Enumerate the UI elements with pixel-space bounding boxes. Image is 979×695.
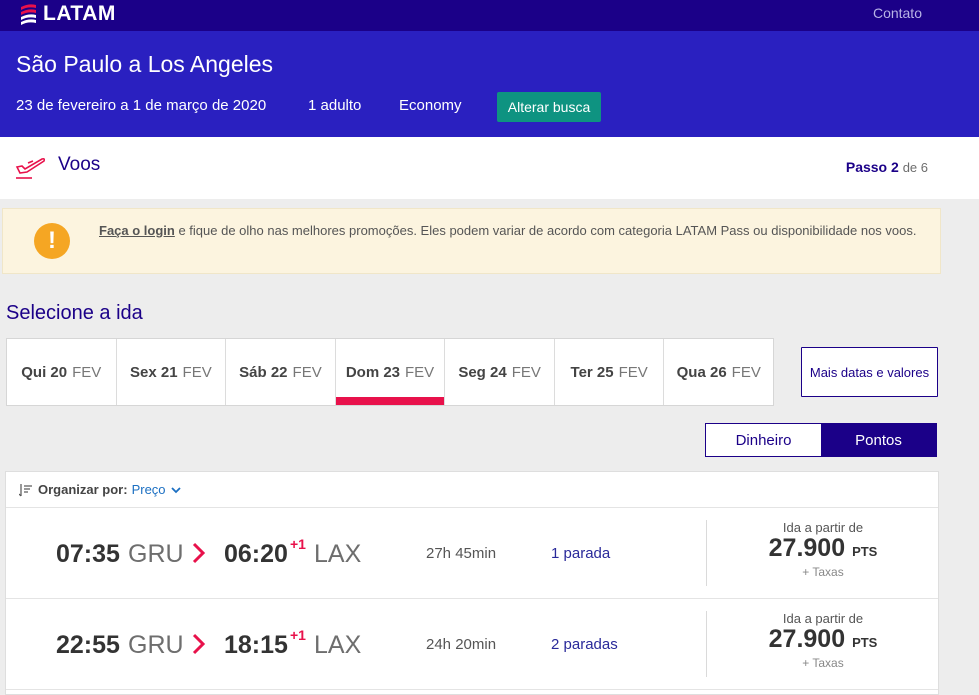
cabin-class: Economy (399, 97, 462, 114)
departure-airport: GRU (128, 540, 184, 568)
date-month: FEV (405, 363, 435, 381)
price-caption: Ida a partir de (782, 611, 864, 626)
step-indicator: Passo 2 de 6 (846, 159, 928, 175)
date-month: FEV (72, 363, 102, 381)
step-current: 2 (891, 159, 899, 175)
search-summary: São Paulo a Los Angeles 23 de fevereiro … (0, 31, 979, 137)
select-outbound-title: Selecione a ida (6, 302, 143, 324)
price-caption: Ida a partir de (782, 520, 864, 535)
travel-dates: 23 de fevereiro a 1 de março de 2020 (16, 97, 267, 114)
chevron-down-icon[interactable] (170, 484, 182, 496)
price-taxes: + Taxas (802, 656, 844, 670)
sort-bar: Organizar por: Preço (6, 472, 938, 508)
latam-logo-icon (21, 4, 36, 25)
login-link[interactable]: Faça o login (99, 223, 175, 238)
departure-airport: GRU (128, 631, 184, 659)
date-day: Ter 25 (570, 363, 614, 381)
date-day: Qua 26 (676, 363, 727, 381)
arrival-time: 06:20 (224, 540, 288, 568)
date-month: FEV (182, 363, 212, 381)
step-label: Passo (845, 159, 888, 175)
flight-duration: 27h 45min (426, 545, 497, 562)
alert-message: Faça o login e fique de olho nas melhore… (99, 221, 919, 241)
date-month: FEV (292, 363, 322, 381)
flight-results: Organizar por: Preço 07:35 GRU 06:20 +1 … (5, 471, 939, 695)
date-day: Dom 23 (345, 363, 401, 381)
price-value: 27.900 (768, 625, 846, 653)
step-bar: Voos Passo 2 de 6 (0, 137, 979, 199)
chevron-right-icon (192, 633, 206, 655)
date-day: Sáb 22 (239, 363, 288, 381)
date-month: FEV (511, 363, 541, 381)
sort-dropdown[interactable]: Preço (132, 482, 166, 497)
arrival-airport: LAX (314, 540, 362, 568)
price-unit: PTS (852, 635, 878, 650)
chevron-right-icon (192, 542, 206, 564)
flight-row[interactable]: 07:35 GRU 06:20 +1 LAX 27h 45min 1 parad… (6, 508, 938, 599)
next-day-badge: +1 (290, 536, 306, 552)
latam-logo[interactable]: LATAM (20, 2, 116, 26)
price: 27.900 PTS (706, 535, 940, 565)
date-day: Qui 20 (21, 363, 68, 381)
price-block[interactable]: Ida a partir de 27.900 PTS + Taxas (706, 520, 940, 579)
price-value: 27.900 (768, 534, 846, 562)
date-tab[interactable]: Qui 20 FEV (7, 339, 117, 405)
stops-link[interactable]: 2 paradas (551, 636, 618, 653)
sort-label: Organizar por: (38, 482, 128, 497)
points-option[interactable]: Pontos (821, 424, 936, 456)
date-tab[interactable]: Seg 24 FEV (445, 339, 555, 405)
price: 27.900 PTS (706, 626, 940, 656)
passenger-count: 1 adulto (308, 97, 362, 114)
date-day: Sex 21 (130, 363, 178, 381)
step-total: de 6 (902, 160, 928, 175)
date-tab[interactable]: Sex 21 FEV (117, 339, 227, 405)
arrival-time: 18:15 (224, 631, 288, 659)
alert-body: e fique de olho nas melhores promoções. … (174, 223, 917, 238)
arrival-airport: LAX (314, 631, 362, 659)
flight-duration: 24h 20min (426, 636, 497, 653)
price-unit: PTS (852, 544, 878, 559)
price-block[interactable]: Ida a partir de 27.900 PTS + Taxas (706, 611, 940, 670)
change-search-button[interactable]: Alterar busca (497, 92, 601, 122)
cash-option[interactable]: Dinheiro (706, 424, 821, 456)
date-tab[interactable]: Sáb 22 FEV (226, 339, 336, 405)
currency-toggle: Dinheiro Pontos (705, 423, 937, 457)
route-title: São Paulo a Los Angeles (16, 51, 274, 77)
date-day: Seg 24 (458, 363, 507, 381)
flight-row[interactable]: 22:55 GRU 18:15 +1 LAX 24h 20min 2 parad… (6, 599, 938, 690)
more-dates-button[interactable]: Mais datas e valores (801, 347, 938, 397)
departure-time: 07:35 (56, 540, 120, 568)
sort-icon (19, 483, 32, 496)
warning-icon: ! (34, 223, 70, 259)
date-tab-selected[interactable]: Dom 23 FEV (335, 339, 446, 405)
stops-link[interactable]: 1 parada (551, 545, 610, 562)
brand-name: LATAM (43, 2, 116, 25)
login-promo-alert: ! Faça o login e fique de olho nas melho… (2, 208, 941, 274)
date-selector: Qui 20 FEV Sex 21 FEV Sáb 22 FEV Dom 23 FEV … (6, 338, 774, 406)
date-month: FEV (618, 363, 648, 381)
top-navbar: LATAM Contato (0, 0, 979, 31)
date-tab[interactable]: Ter 25 FEV (555, 339, 665, 405)
date-tab[interactable]: Qua 26 FEV (664, 339, 773, 405)
contact-link[interactable]: Contato (873, 5, 922, 21)
next-day-badge: +1 (290, 627, 306, 643)
price-taxes: + Taxas (802, 565, 844, 579)
plane-takeoff-icon (15, 157, 46, 179)
date-month: FEV (731, 363, 761, 381)
section-title: Voos (58, 154, 101, 175)
departure-time: 22:55 (56, 631, 120, 659)
